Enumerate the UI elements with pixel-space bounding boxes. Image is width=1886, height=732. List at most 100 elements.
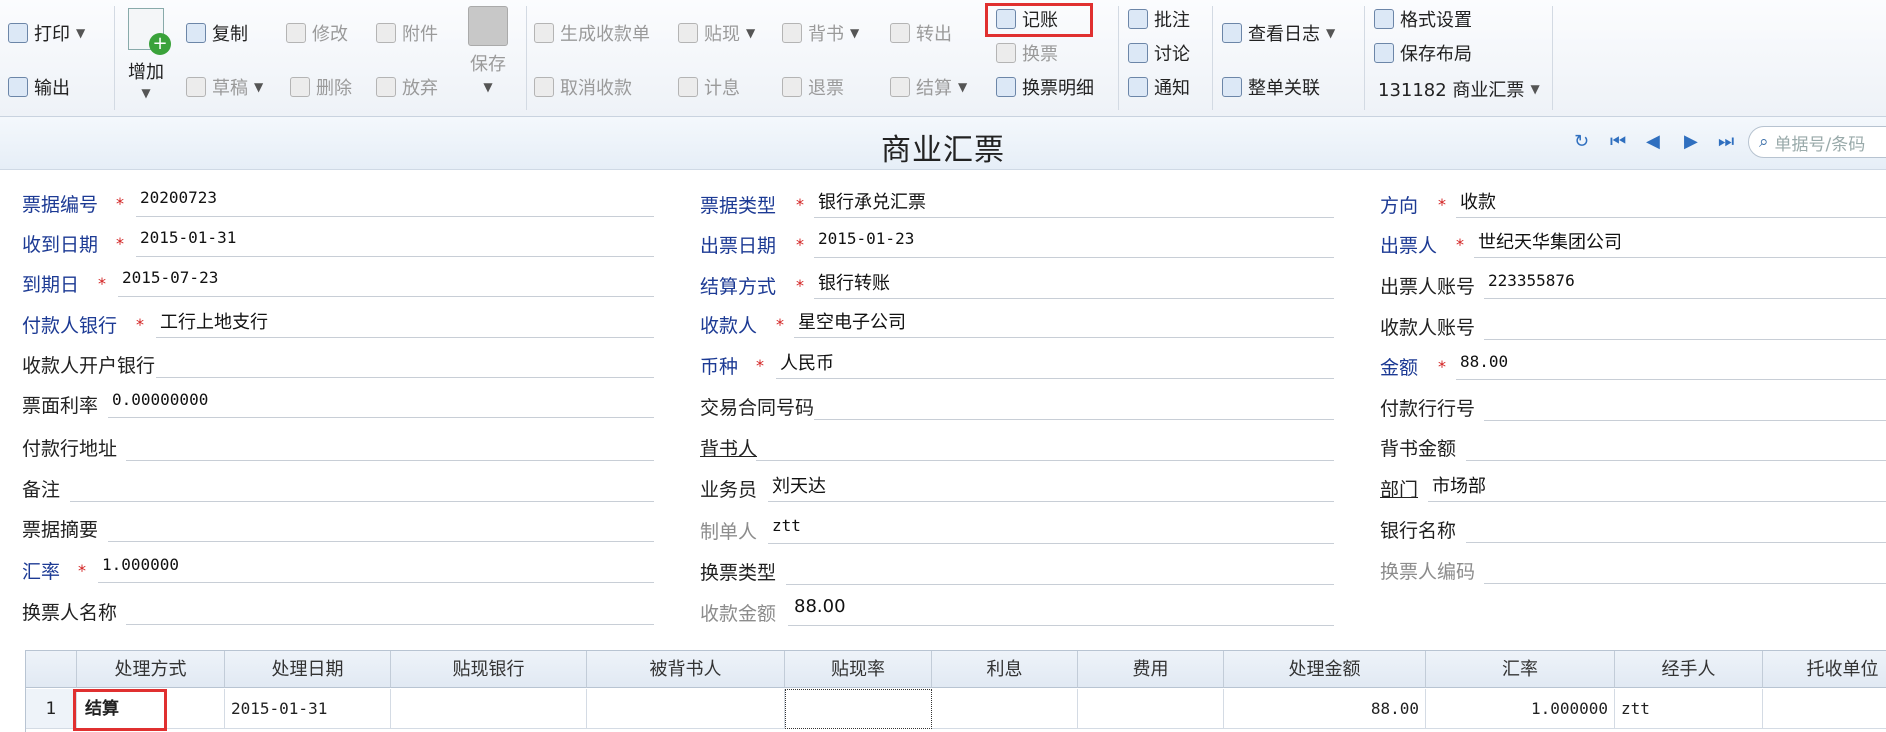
- exchange-button[interactable]: 换票: [996, 40, 1058, 66]
- field-label-department[interactable]: 部门: [1380, 475, 1418, 502]
- receive-date-field[interactable]: 2015-01-31: [140, 228, 236, 247]
- draft-button[interactable]: 草稿 ▼: [186, 74, 263, 100]
- attach-button[interactable]: 附件: [376, 20, 438, 46]
- grid-header[interactable]: 被背书人: [587, 651, 785, 688]
- next-record-icon[interactable]: ▶: [1684, 131, 1698, 152]
- cell-discount-rate[interactable]: [785, 689, 932, 729]
- cell-collection-unit[interactable]: [1763, 689, 1886, 729]
- required-mark: *: [116, 194, 124, 213]
- field-label-currency: 币种: [700, 356, 739, 378]
- grid-header[interactable]: 处理方式: [77, 651, 225, 688]
- highlight-box: [73, 689, 167, 731]
- exchange-detail-button[interactable]: 换票明细: [996, 74, 1094, 100]
- field-underline: [768, 501, 1334, 502]
- amount-field[interactable]: 88.00: [1460, 352, 1508, 371]
- save-layout-button[interactable]: 保存布局: [1374, 40, 1472, 66]
- discuss-button[interactable]: 讨论: [1128, 40, 1190, 66]
- field-label-receipt-amount: 收款金额: [700, 603, 777, 625]
- grid-header[interactable]: 汇率: [1426, 651, 1615, 688]
- required-mark: *: [776, 315, 784, 334]
- field-underline: [1456, 217, 1886, 218]
- prev-record-icon[interactable]: ◀: [1646, 131, 1660, 152]
- floppy-icon: [468, 6, 508, 46]
- cell-interest[interactable]: [932, 689, 1078, 729]
- separator: [1212, 6, 1213, 110]
- field-label-face-rate: 票面利率: [22, 395, 99, 417]
- interest-button[interactable]: 计息: [678, 74, 740, 100]
- grid-header[interactable]: 托收单位: [1763, 651, 1886, 688]
- due-date-field[interactable]: 2015-07-23: [122, 268, 218, 287]
- template-select[interactable]: 131182 商业汇票 ▼: [1378, 76, 1540, 102]
- bill-type-select[interactable]: 银行承兑汇票: [818, 188, 926, 214]
- cancel-receipt-icon: [534, 77, 554, 97]
- search-icon: ⌕: [1759, 132, 1769, 152]
- drawer-field[interactable]: 世纪天华集团公司: [1478, 228, 1622, 254]
- doc-link-button[interactable]: 整单关联: [1222, 74, 1320, 100]
- discount-icon: [678, 23, 698, 43]
- delete-icon: [290, 77, 310, 97]
- exchange-rate-field[interactable]: 1.000000: [102, 555, 179, 574]
- cell-fee[interactable]: [1078, 689, 1224, 729]
- delete-button[interactable]: 删除: [290, 74, 352, 100]
- add-button[interactable]: + 增加 ▼: [128, 8, 171, 100]
- refresh-icon[interactable]: ↻: [1574, 131, 1589, 152]
- notify-button[interactable]: 通知: [1128, 74, 1190, 100]
- grid-header[interactable]: 贴现银行: [391, 651, 587, 688]
- cell-bank[interactable]: [391, 689, 587, 729]
- export-button[interactable]: 输出: [8, 74, 70, 100]
- field-label-payer-bank-no: 付款行行号: [1380, 398, 1476, 420]
- grid-header[interactable]: 贴现率: [785, 651, 932, 688]
- discount-button[interactable]: 贴现 ▼: [678, 20, 755, 46]
- first-record-icon[interactable]: ⏮: [1610, 131, 1626, 152]
- maker-field: ztt: [772, 516, 801, 535]
- annotate-button[interactable]: 批注: [1128, 6, 1190, 32]
- drawer-account-field[interactable]: 223355876: [1488, 271, 1575, 290]
- field-underline: [1484, 583, 1886, 584]
- grid-header[interactable]: 处理金额: [1224, 651, 1426, 688]
- generate-receipt-button[interactable]: 生成收款单: [534, 20, 650, 46]
- grid-header[interactable]: 处理日期: [225, 651, 391, 688]
- currency-select[interactable]: 人民币: [780, 349, 834, 375]
- grid-header[interactable]: 经手人: [1615, 651, 1763, 688]
- search-input[interactable]: ⌕ 单据号/条码: [1748, 126, 1886, 158]
- grid-header[interactable]: 利息: [932, 651, 1078, 688]
- cell-date[interactable]: 2015-01-31: [225, 689, 391, 729]
- required-mark: *: [1456, 235, 1464, 254]
- field-underline: [1466, 542, 1886, 543]
- salesman-field[interactable]: 刘天达: [772, 472, 826, 498]
- field-label-summary: 票据摘要: [22, 519, 99, 541]
- view-log-button[interactable]: 查看日志 ▼: [1222, 20, 1335, 46]
- print-button[interactable]: 打印 ▼: [8, 20, 85, 46]
- endorse-button[interactable]: 背书 ▼: [782, 20, 859, 46]
- payee-field[interactable]: 星空电子公司: [798, 308, 906, 334]
- detail-grid: 处理方式 处理日期 贴现银行 被背书人 贴现率 利息 费用 处理金额 汇率 经手…: [25, 650, 1886, 732]
- format-settings-button[interactable]: 格式设置: [1374, 6, 1472, 32]
- direction-select[interactable]: 收款: [1460, 188, 1496, 214]
- grid-header[interactable]: 费用: [1078, 651, 1224, 688]
- required-mark: *: [98, 274, 106, 293]
- cell-endorsee[interactable]: [587, 689, 785, 729]
- cell-fx-rate[interactable]: 1.000000: [1426, 689, 1615, 729]
- cell-amount[interactable]: 88.00: [1224, 689, 1426, 729]
- face-rate-field[interactable]: 0.00000000: [112, 390, 208, 409]
- bill-no-field[interactable]: 20200723: [140, 188, 217, 207]
- required-mark: *: [136, 315, 144, 334]
- transfer-out-button[interactable]: 转出: [890, 20, 952, 46]
- return-ticket-button[interactable]: 退票: [782, 74, 844, 100]
- payer-bank-field[interactable]: 工行上地支行: [160, 308, 268, 334]
- field-label-endorser[interactable]: 背书人: [700, 434, 757, 461]
- department-field[interactable]: 市场部: [1432, 472, 1486, 498]
- last-record-icon[interactable]: ⏭: [1718, 131, 1734, 152]
- cell-handler[interactable]: ztt: [1615, 689, 1763, 729]
- field-label-exchanger-code: 换票人编码: [1380, 561, 1476, 583]
- field-label-due-date: 到期日: [22, 274, 80, 296]
- settle-method-select[interactable]: 银行转账: [818, 269, 890, 295]
- abandon-button[interactable]: 放弃: [376, 74, 438, 100]
- modify-button[interactable]: 修改: [286, 20, 348, 46]
- copy-button[interactable]: 复制: [186, 20, 248, 46]
- field-label-drawer: 出票人: [1380, 235, 1438, 257]
- issue-date-field[interactable]: 2015-01-23: [818, 229, 914, 248]
- cancel-receipt-button[interactable]: 取消收款: [534, 74, 632, 100]
- settle-button[interactable]: 结算 ▼: [890, 74, 967, 100]
- save-button[interactable]: 保存 ▼: [468, 6, 508, 94]
